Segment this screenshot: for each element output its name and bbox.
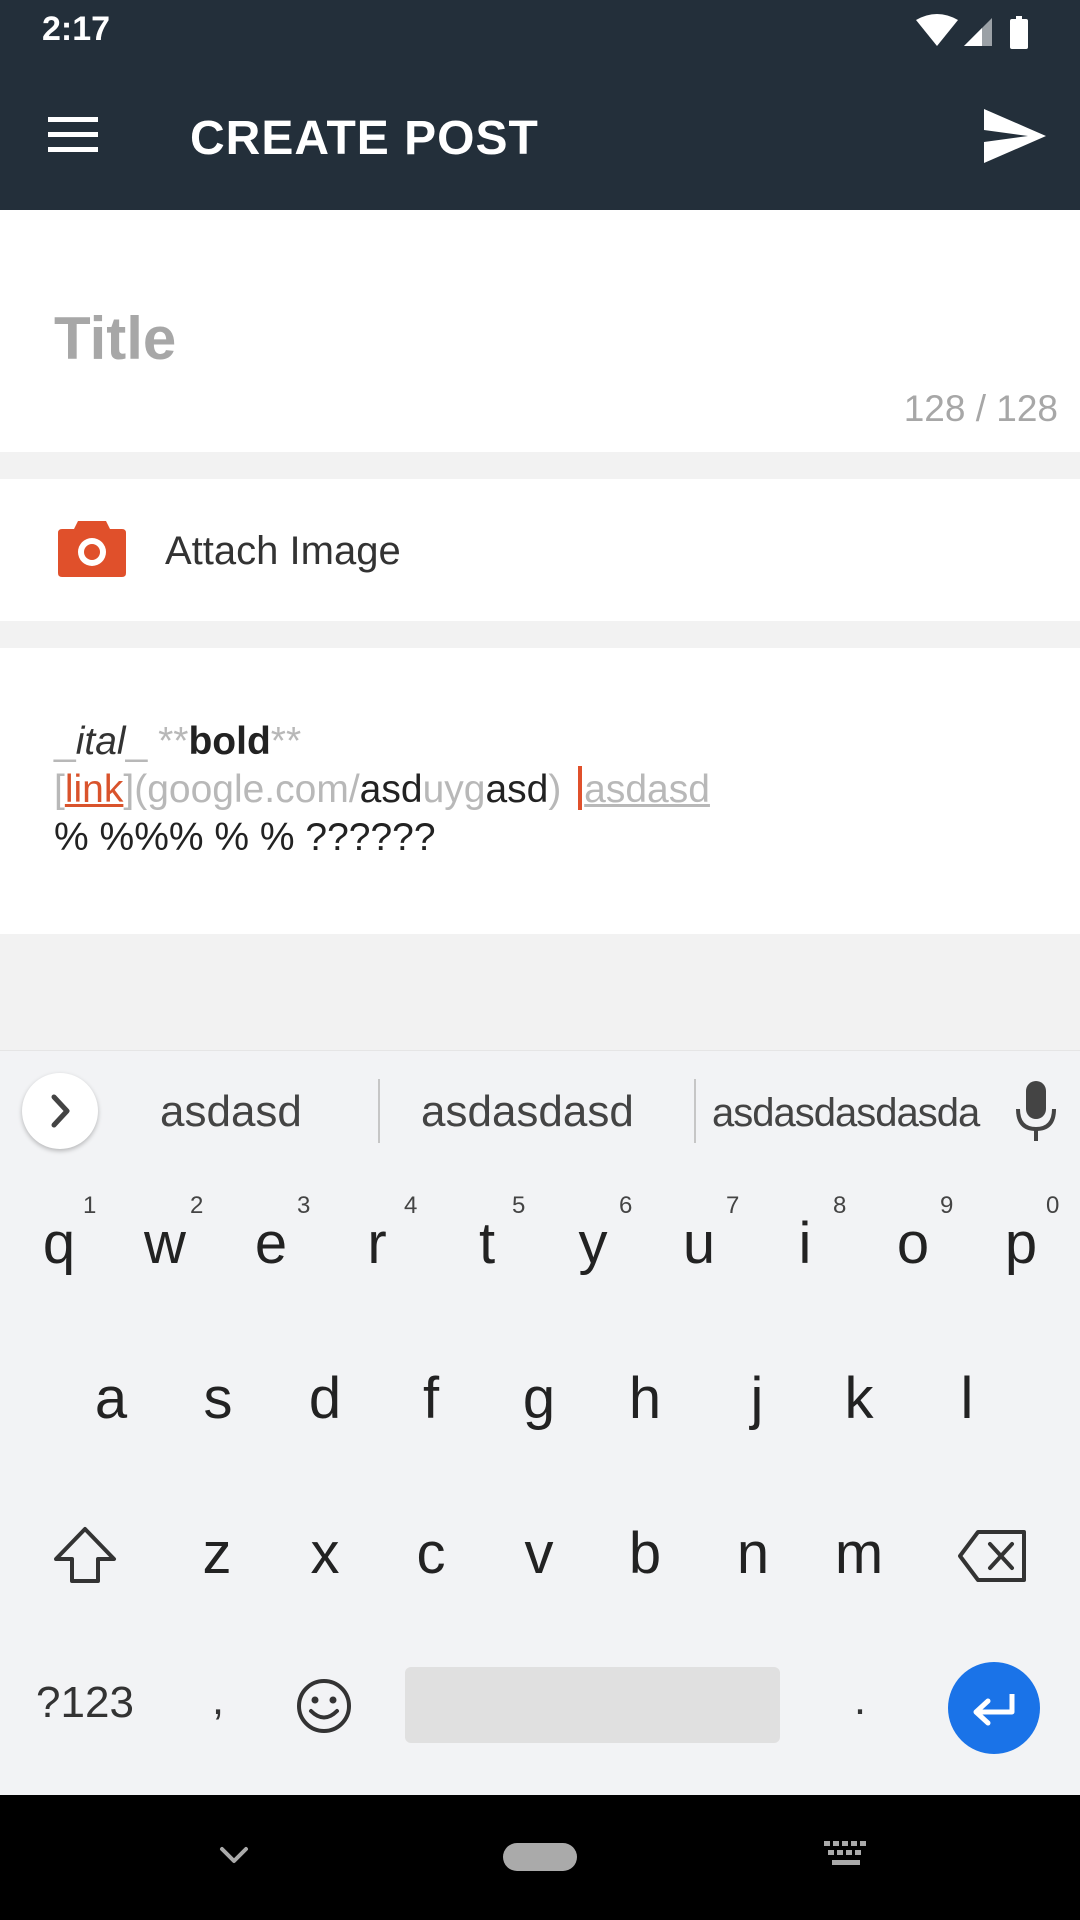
key-b[interactable]: b (592, 1520, 698, 1587)
camera-icon (58, 521, 126, 577)
key-n[interactable]: n (700, 1520, 806, 1587)
key-hint: 2 (190, 1192, 204, 1219)
keyboard-switch-icon[interactable] (824, 1841, 868, 1871)
key-y[interactable]: y (540, 1210, 646, 1277)
emoji-icon (297, 1679, 351, 1733)
key-hint: 4 (404, 1192, 418, 1219)
shift-key[interactable] (52, 1525, 118, 1585)
suggestion-2[interactable]: asdasdasd (421, 1087, 634, 1137)
emoji-key[interactable] (296, 1678, 352, 1734)
md-italic-close: _ (125, 720, 148, 763)
page-title: CREATE POST (190, 112, 539, 165)
keyboard: q 1 w 2 e 3 r 4 t 5 y 6 u 7 i 8 o 9 p 0 … (0, 1170, 1080, 1795)
key-m[interactable]: m (806, 1520, 912, 1587)
key-r[interactable]: r (324, 1210, 430, 1277)
key-i[interactable]: i (752, 1210, 858, 1277)
body-text: _ital_ **bold** [link](google.com/asduyg… (54, 718, 710, 862)
enter-key[interactable] (948, 1662, 1040, 1754)
symbols-key[interactable]: ?123 (20, 1678, 150, 1728)
title-input[interactable] (54, 298, 1014, 378)
key-g[interactable]: g (486, 1365, 592, 1432)
backspace-key[interactable] (958, 1530, 1028, 1582)
body-line-3: % %%% % % ?????? (54, 816, 436, 859)
key-v[interactable]: v (486, 1520, 592, 1587)
md-bold-open: ** (147, 720, 189, 763)
suggestion-3[interactable]: asdasdasdasda (712, 1091, 980, 1136)
status-icons (916, 14, 1028, 49)
md-bold-close: ** (270, 720, 302, 763)
md-link-text: link (64, 768, 124, 811)
title-card: 128 / 128 (0, 210, 1080, 452)
md-italic-text: ital (75, 720, 126, 763)
hide-keyboard-icon[interactable] (218, 1839, 250, 1871)
chevron-right-icon (51, 1094, 70, 1128)
key-hint: 7 (726, 1192, 740, 1219)
suggestion-1[interactable]: asdasd (160, 1087, 302, 1137)
key-t[interactable]: t (434, 1210, 540, 1277)
status-time: 2:17 (42, 10, 111, 48)
md-link-url-part3: asd (485, 768, 549, 811)
md-link-url-part2: uyg (422, 768, 486, 811)
key-hint: 9 (940, 1192, 954, 1219)
shift-icon (54, 1527, 116, 1583)
key-h[interactable]: h (592, 1365, 698, 1432)
key-p[interactable]: p (968, 1210, 1074, 1277)
expand-toolbar-button[interactable] (22, 1073, 98, 1149)
period-key[interactable]: . (830, 1675, 890, 1725)
key-c[interactable]: c (378, 1520, 484, 1587)
key-e[interactable]: e (218, 1210, 324, 1277)
suggestion-divider (694, 1079, 696, 1143)
key-w[interactable]: w (112, 1210, 218, 1277)
comma-key[interactable]: , (188, 1675, 248, 1725)
key-hint: 8 (833, 1192, 847, 1219)
key-u[interactable]: u (646, 1210, 752, 1277)
title-char-counter: 128 / 128 (903, 388, 1058, 429)
key-hint: 6 (619, 1192, 633, 1219)
composing-word: asdasd (584, 768, 710, 811)
md-link-url-start: ](google.com/ (123, 768, 360, 811)
send-icon[interactable] (984, 109, 1046, 163)
menu-icon[interactable] (48, 115, 98, 155)
md-italic-open: _ (54, 720, 76, 763)
key-hint: 3 (297, 1192, 311, 1219)
home-button[interactable] (503, 1843, 577, 1871)
space-key[interactable] (405, 1667, 780, 1743)
md-link-url-close: ) (548, 768, 573, 811)
key-hint: 1 (83, 1192, 97, 1219)
md-link-open: [ (54, 768, 65, 811)
status-bar: 2:17 (0, 0, 1080, 63)
key-a[interactable]: a (58, 1365, 164, 1432)
navigation-bar (0, 1795, 1080, 1920)
key-o[interactable]: o (860, 1210, 966, 1277)
attach-image-label: Attach Image (165, 529, 401, 573)
suggestion-divider (378, 1079, 380, 1143)
key-f[interactable]: f (378, 1365, 484, 1432)
key-s[interactable]: s (165, 1365, 271, 1432)
key-q[interactable]: q (6, 1210, 112, 1277)
key-hint: 0 (1046, 1192, 1060, 1219)
suggestion-bar: asdasd asdasdasd asdasdasdasda (0, 1050, 1080, 1171)
microphone-icon[interactable] (1012, 1081, 1060, 1143)
key-l[interactable]: l (914, 1365, 1020, 1432)
key-z[interactable]: z (164, 1520, 270, 1587)
md-bold-text: bold (188, 720, 271, 763)
wifi-icon (916, 14, 958, 46)
backspace-icon (958, 1530, 1026, 1582)
attach-image-button[interactable]: Attach Image (0, 479, 1080, 621)
app-bar: CREATE POST (0, 63, 1080, 210)
enter-icon (973, 1694, 1015, 1726)
key-d[interactable]: d (272, 1365, 378, 1432)
key-k[interactable]: k (806, 1365, 912, 1432)
key-x[interactable]: x (272, 1520, 378, 1587)
key-j[interactable]: j (704, 1365, 810, 1432)
body-editor[interactable]: _ital_ **bold** [link](google.com/asduyg… (0, 648, 1080, 934)
md-link-url-part1: asd (359, 768, 423, 811)
key-hint: 5 (512, 1192, 526, 1219)
battery-icon (1010, 16, 1028, 49)
text-cursor (578, 766, 583, 810)
